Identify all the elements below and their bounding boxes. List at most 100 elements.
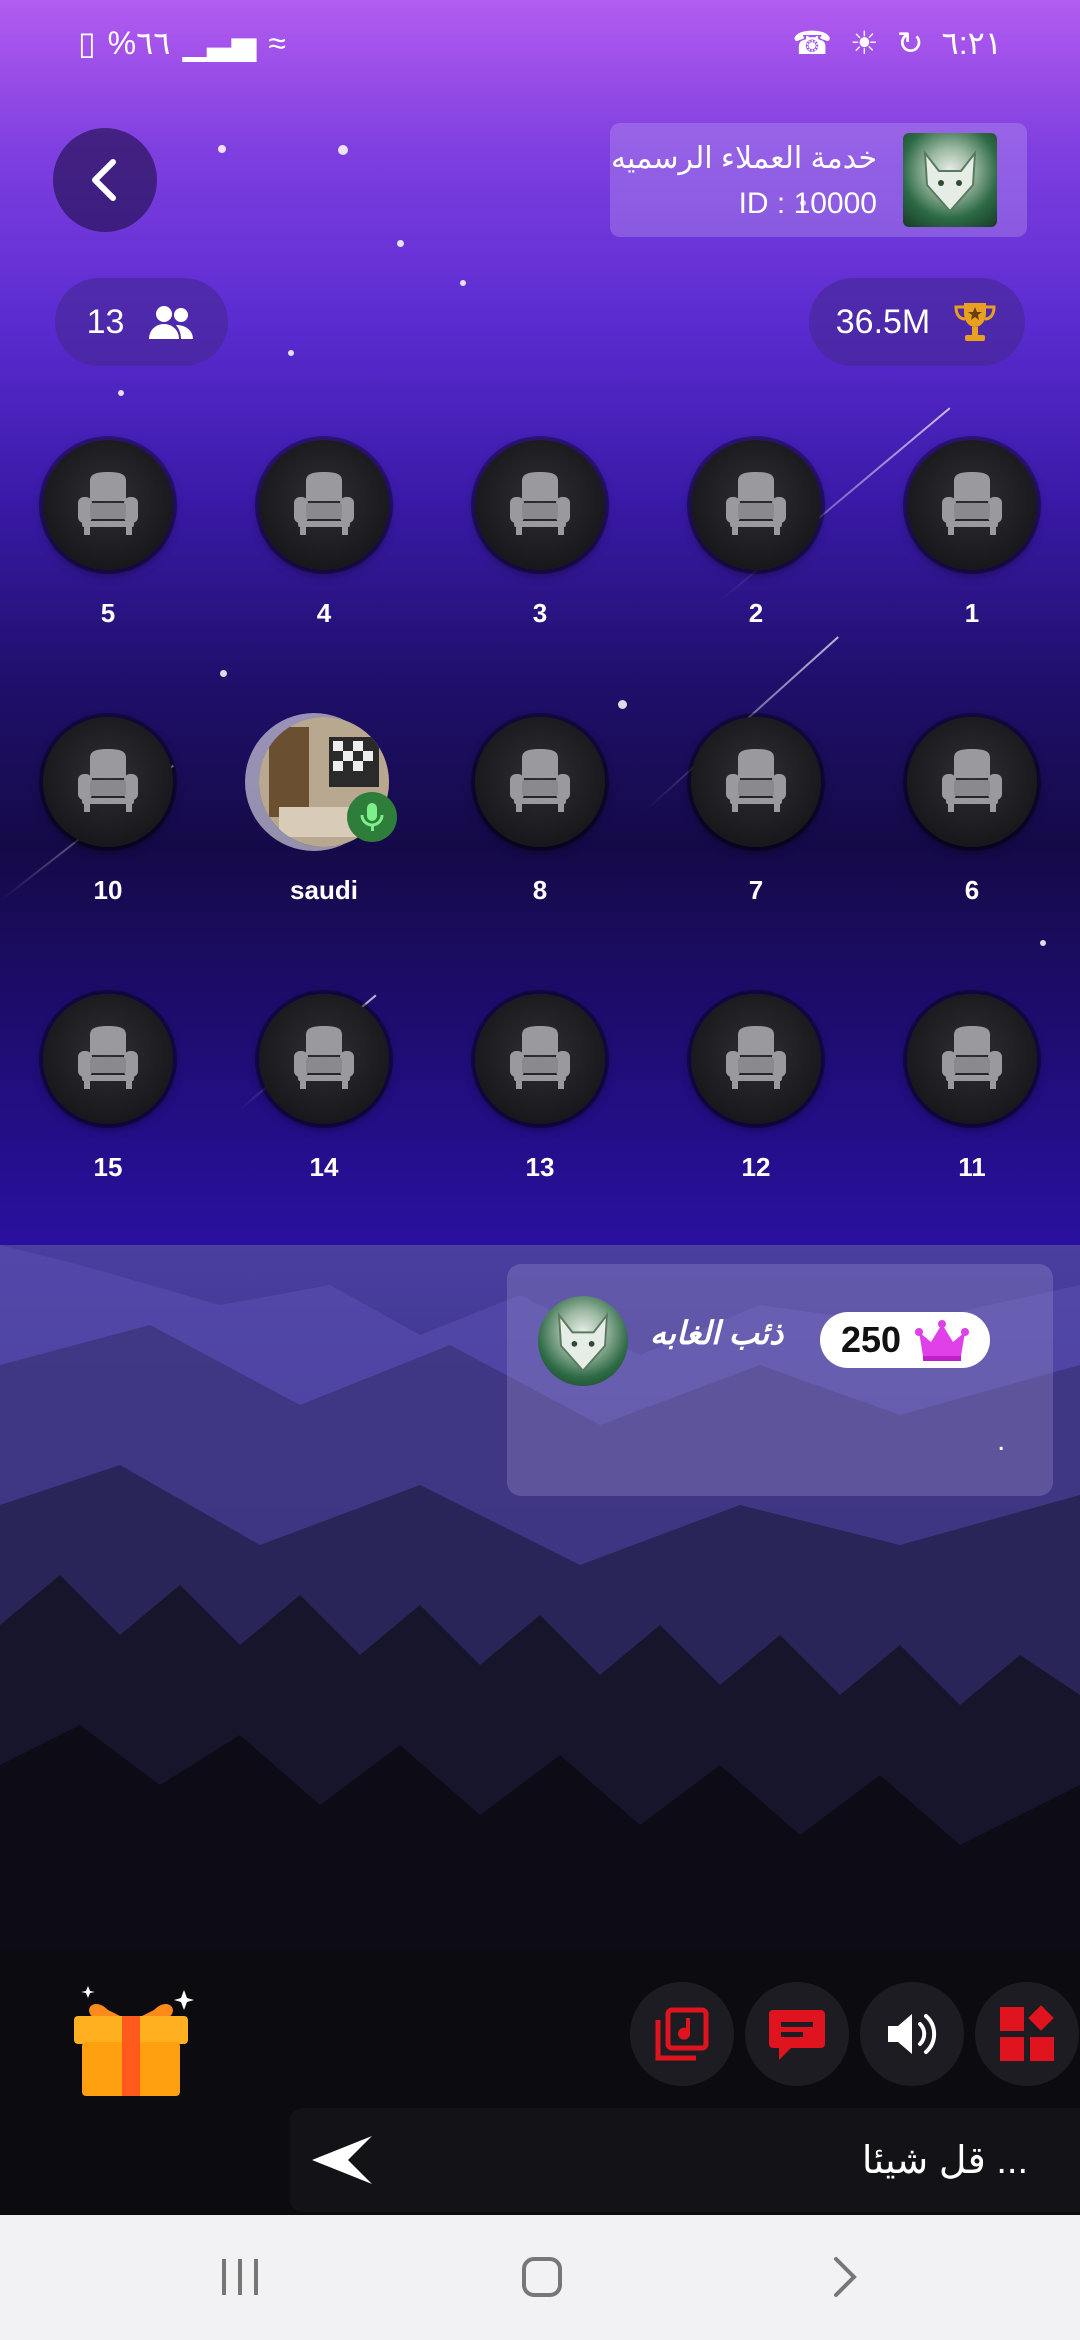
back-nav-button[interactable] — [804, 2245, 884, 2309]
send-button[interactable] — [308, 2130, 378, 2190]
seat-label: 10 — [93, 875, 123, 905]
room-info-card[interactable]: خدمة العملاء الرسميه ID : 10000 — [610, 123, 1027, 237]
seat-5[interactable] — [43, 440, 173, 570]
trophy-value: 36.5M — [835, 302, 931, 341]
armchair-icon — [78, 472, 138, 535]
chat-button[interactable] — [745, 1982, 849, 2086]
armchair-icon — [726, 472, 786, 535]
users-count: 13 — [86, 302, 125, 341]
seat-label: 5 — [100, 598, 116, 628]
level-badge: 250 — [820, 1312, 990, 1368]
seat-label: 1 — [964, 598, 980, 628]
armchair-icon — [942, 1026, 1002, 1089]
message-composer[interactable]: قل شيئا ... — [290, 2108, 1080, 2212]
trophy-icon — [954, 303, 996, 341]
sender-avatar[interactable] — [538, 1296, 628, 1386]
volume-button[interactable] — [860, 1982, 964, 2086]
star — [220, 670, 227, 677]
star — [1040, 940, 1046, 946]
battery-percent: %٦٦ — [107, 25, 171, 61]
armchair-icon — [510, 1026, 570, 1089]
seat-label: 2 — [748, 598, 764, 628]
back-button[interactable] — [53, 128, 157, 232]
seat-label: 11 — [958, 1152, 986, 1182]
armchair-icon — [942, 749, 1002, 812]
wolf-logo-icon — [923, 149, 977, 213]
seat-8[interactable] — [475, 717, 605, 847]
seat-label: 8 — [532, 875, 548, 905]
battery-icon: ▯ — [78, 25, 96, 61]
system-nav-bar — [0, 2215, 1080, 2340]
message-text: . — [997, 1424, 1006, 1457]
armchair-icon — [78, 1026, 138, 1089]
star — [288, 350, 294, 356]
room-logo — [903, 133, 997, 227]
star — [118, 390, 124, 396]
volume-icon — [888, 2014, 937, 2054]
star — [397, 240, 404, 247]
chat-icon — [769, 2010, 825, 2060]
armchair-icon — [726, 1026, 786, 1089]
armchair-icon — [510, 472, 570, 535]
message-input[interactable]: قل شيئا ... — [862, 2138, 1028, 2183]
sender-name: ذئب الغابه — [650, 1315, 784, 1351]
apps-icon — [1000, 2005, 1054, 2061]
recents-icon — [222, 2259, 258, 2295]
signal-icon: ▁▃▅ — [182, 25, 257, 61]
send-icon — [312, 2136, 372, 2184]
sync-icon: ↻ — [896, 25, 924, 61]
home-button[interactable] — [502, 2245, 582, 2309]
seat-14[interactable] — [259, 994, 389, 1124]
seat-label: 15 — [93, 1152, 123, 1182]
seat-label: 13 — [525, 1152, 555, 1182]
armchair-icon — [510, 749, 570, 812]
star — [338, 145, 348, 155]
seat-11[interactable] — [907, 994, 1037, 1124]
whatsapp-icon: ☎ — [792, 25, 833, 61]
gift-icon — [74, 1986, 194, 2096]
chat-message[interactable]: ذئب الغابه 250 . — [507, 1264, 1053, 1496]
room-score-pill[interactable]: 36.5M — [809, 278, 1025, 366]
seat-15[interactable] — [43, 994, 173, 1124]
seat-2[interactable] — [691, 440, 821, 570]
seat-label: 14 — [309, 1152, 339, 1182]
chevron-right-icon — [834, 2257, 857, 2297]
weather-icon: ☀ — [850, 25, 879, 61]
armchair-icon — [78, 749, 138, 812]
wifi-icon: ≈ — [268, 25, 286, 61]
users-icon — [149, 306, 194, 339]
seat-12[interactable] — [691, 994, 821, 1124]
recent-apps-button[interactable] — [200, 2245, 280, 2309]
star — [618, 700, 627, 709]
wolf-avatar-icon — [557, 1312, 609, 1373]
armchair-icon — [726, 749, 786, 812]
chevron-left-icon — [92, 159, 116, 201]
apps-button[interactable] — [975, 1982, 1079, 2086]
seat-label: 4 — [316, 598, 332, 628]
gift-button[interactable] — [68, 1980, 194, 2100]
seat-label: 12 — [741, 1152, 771, 1182]
seat-label: saudi — [290, 875, 358, 905]
seat-13[interactable] — [475, 994, 605, 1124]
seat-3[interactable] — [475, 440, 605, 570]
seat-1[interactable] — [907, 440, 1037, 570]
armchair-icon — [294, 1026, 354, 1089]
status-bar: ▯ %٦٦ ▁▃▅ ≈ ☎ ☀ ↻ ٦:٢١ — [0, 0, 1080, 86]
seat-10[interactable] — [43, 717, 173, 847]
clock: ٦:٢١ — [941, 25, 1002, 61]
seat-4[interactable] — [259, 440, 389, 570]
seat-label: 6 — [964, 875, 980, 905]
seat-7[interactable] — [691, 717, 821, 847]
seat-label: 7 — [748, 875, 764, 905]
seat-6[interactable] — [907, 717, 1037, 847]
armchair-icon — [294, 472, 354, 535]
music-button[interactable] — [630, 1982, 734, 2086]
star — [460, 280, 466, 286]
online-users-pill[interactable]: 13 — [55, 278, 228, 366]
seat-label: 3 — [532, 598, 548, 628]
room-id: ID : 10000 — [738, 187, 877, 220]
music-icon — [655, 2007, 709, 2061]
star — [218, 145, 226, 153]
mic-icon — [347, 792, 397, 842]
armchair-icon — [942, 472, 1002, 535]
